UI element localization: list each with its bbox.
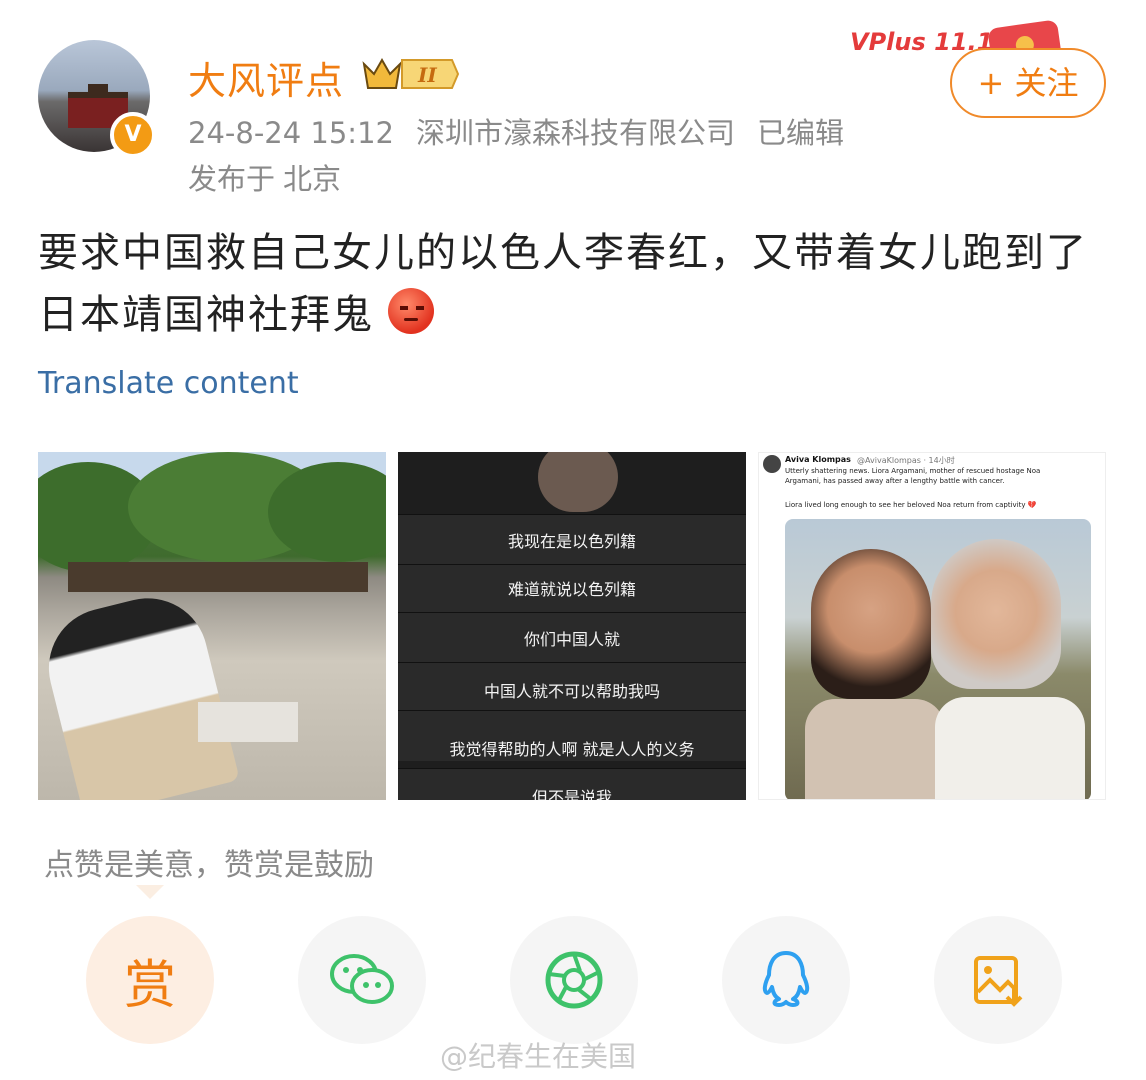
edited-label[interactable]: 已编辑 [757, 116, 844, 150]
tweet-line: Utterly shattering news. Liora Argamani,… [785, 467, 1041, 475]
reward-label: 赏 [123, 955, 176, 1016]
post-meta: 24-8-24 15:12 深圳市濠森科技有限公司 已编辑 [188, 110, 866, 152]
save-image-icon [974, 956, 1023, 1007]
share-moments-button[interactable] [510, 916, 638, 1044]
username[interactable]: 大风评点 [188, 50, 344, 105]
translate-link[interactable]: Translate content [38, 366, 299, 401]
level-badge-text: II [417, 63, 437, 87]
tweet-avatar [763, 455, 781, 473]
video-subtitle: 但不是说我 [531, 788, 612, 800]
tweet-line: Argamani, has passed away after a length… [785, 477, 1005, 485]
post-body: 要求中国救自己女儿的以色人李春红，又带着女儿跑到了日本靖国神社拜鬼 [38, 230, 1088, 338]
reward-hint: 点赞是美意，赞赏是鼓励 [44, 848, 374, 883]
post-source[interactable]: 深圳市濠森科技有限公司 [416, 116, 735, 150]
location-value: 北京 [283, 162, 342, 196]
share-wechat-button[interactable] [298, 916, 426, 1044]
post-image-3[interactable]: Aviva Klompas @AvivaKlompas · 14小时 Utter… [758, 452, 1106, 800]
post-location: 发布于 北京 [188, 156, 349, 198]
tweet-line: Liora lived long enough to see her belov… [785, 501, 1037, 509]
video-subtitle: 难道就说以色列籍 [507, 580, 636, 599]
post-text: 要求中国救自己女儿的以色人李春红，又带着女儿跑到了日本靖国神社拜鬼 [38, 222, 1108, 346]
wechat-icon [330, 954, 394, 1004]
hint-pointer [136, 885, 164, 899]
video-subtitle: 中国人就不可以帮助我吗 [483, 682, 660, 701]
post-date: 24-8-24 15:12 [188, 116, 394, 150]
angry-face-icon [388, 288, 434, 334]
follow-button[interactable]: + 关注 [950, 48, 1106, 118]
reward-button[interactable]: 赏 [86, 916, 214, 1044]
tweet-handle: @AvivaKlompas · 14小时 [857, 456, 955, 465]
video-subtitle: 你们中国人就 [523, 630, 620, 649]
video-subtitle: 我觉得帮助的人啊 就是人人的义务 [449, 740, 695, 759]
tweet-photo [785, 519, 1091, 799]
tweet-author: Aviva Klompas [785, 455, 851, 464]
qq-icon [762, 951, 810, 1007]
save-image-button[interactable] [934, 916, 1062, 1044]
watermark: @纪春生在美国 [440, 1040, 637, 1073]
share-qq-button[interactable] [722, 916, 850, 1044]
video-subtitle: 我现在是以色列籍 [507, 532, 636, 551]
verified-badge: V [110, 112, 156, 158]
post-image-2[interactable]: 我现在是以色列籍 难道就说以色列籍 你们中国人就 中国人就不可以帮助我吗 我觉得… [398, 452, 746, 800]
post-image-1[interactable] [38, 452, 386, 800]
location-prefix: 发布于 [188, 162, 276, 196]
moments-icon [545, 951, 603, 1009]
level-crown-icon: II [362, 57, 460, 89]
